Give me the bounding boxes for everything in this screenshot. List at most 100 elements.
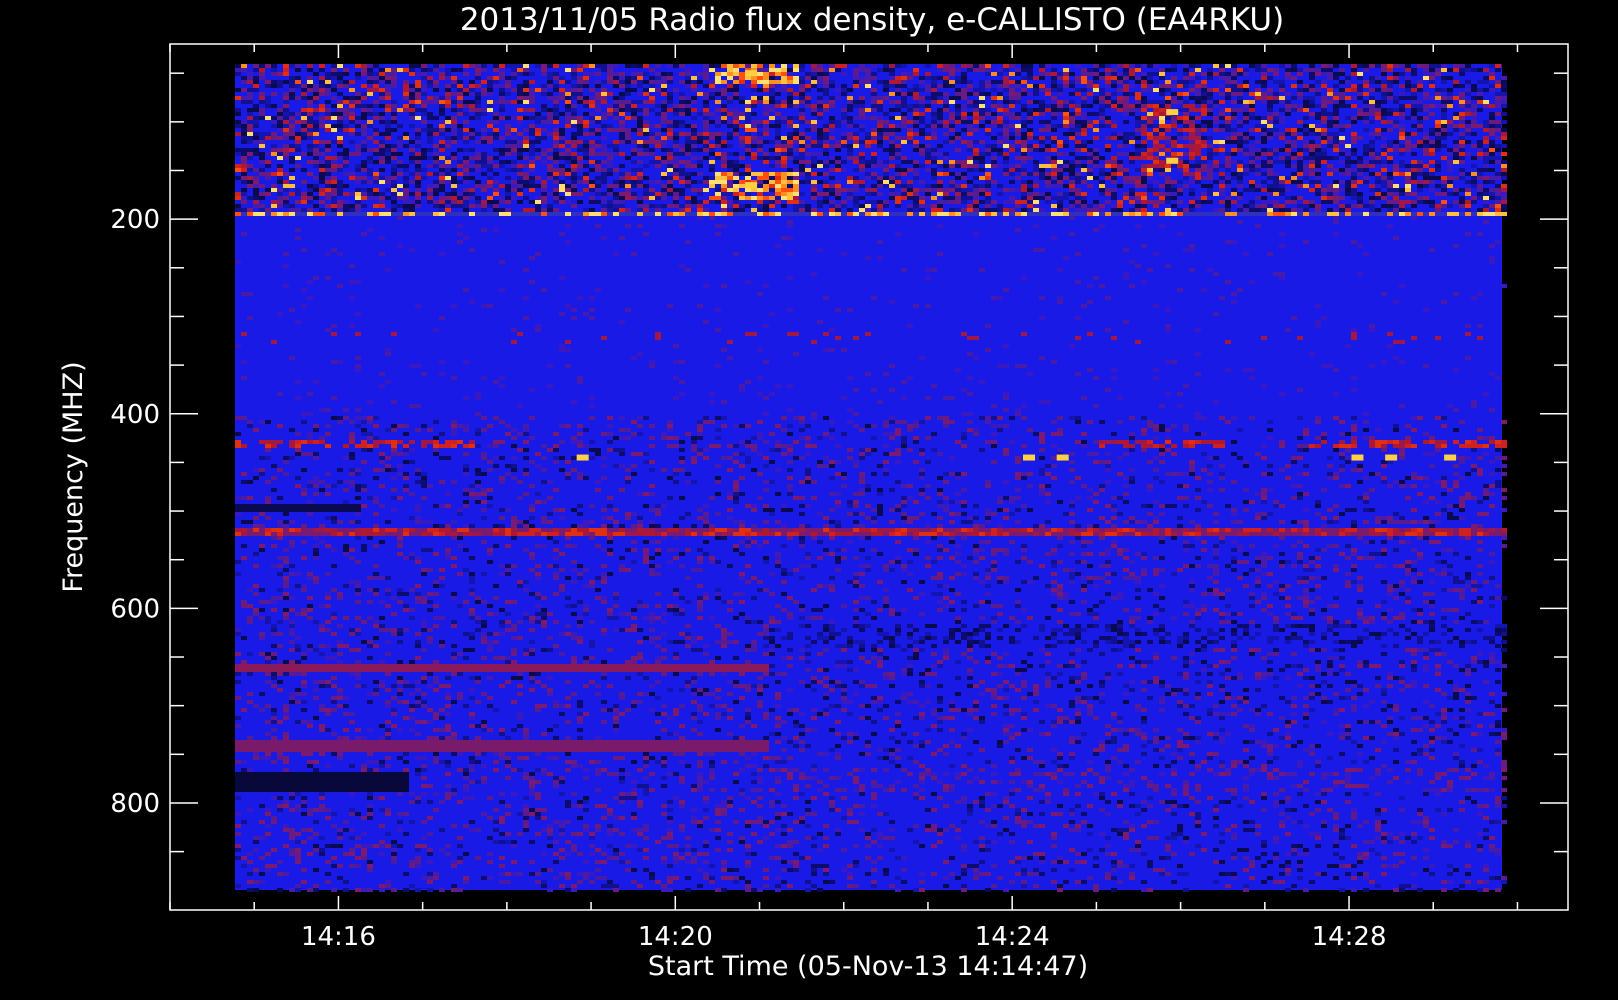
heatmap-cell [721, 156, 727, 160]
heatmap-cell [1411, 100, 1417, 104]
heatmap-cell [319, 188, 325, 192]
heatmap-cell [727, 184, 733, 188]
heatmap-cell [277, 204, 283, 208]
heatmap-cell [595, 132, 601, 136]
heatmap-cell [871, 128, 877, 132]
heatmap-cell [1381, 180, 1387, 184]
heatmap-cell [355, 196, 361, 200]
heatmap-cell [787, 196, 793, 200]
heatmap-cell [1279, 156, 1285, 160]
heatmap-cell [1345, 116, 1351, 120]
heatmap-cell [1147, 164, 1153, 168]
heatmap-cell [517, 156, 523, 160]
heatmap-cell [1465, 152, 1471, 156]
heatmap-cell [1111, 164, 1117, 168]
heatmap-cell [805, 72, 811, 76]
heatmap-cell [697, 156, 703, 160]
heatmap-cell [1477, 100, 1483, 104]
heatmap-cell [655, 80, 661, 84]
heatmap-cell [469, 84, 475, 88]
heatmap-cell [1363, 84, 1369, 88]
heatmap-cell [967, 84, 973, 88]
heatmap-cell [1375, 176, 1381, 180]
heatmap-cell [1273, 80, 1279, 84]
heatmap-cell [577, 164, 583, 168]
heatmap-cell [379, 80, 385, 84]
heatmap-cell [673, 204, 679, 208]
heatmap-cell [1237, 88, 1243, 92]
heatmap-cell [1237, 108, 1243, 112]
heatmap-cell [799, 160, 805, 164]
heatmap-cell [487, 196, 493, 200]
heatmap-cell [895, 196, 901, 200]
heatmap-cell [1105, 188, 1111, 192]
heatmap-cell [1399, 192, 1405, 196]
heatmap-cell [1063, 116, 1069, 120]
heatmap-cell [397, 140, 403, 144]
heatmap-cell [1387, 192, 1393, 196]
heatmap-cell [709, 168, 715, 172]
heatmap-cell [457, 92, 463, 96]
heatmap-cell [673, 152, 679, 156]
heatmap-cell [415, 160, 421, 164]
heatmap-cell [1225, 152, 1231, 156]
heatmap-cell [1327, 172, 1333, 176]
heatmap-cell [1111, 188, 1117, 192]
heatmap-cell [439, 76, 445, 80]
heatmap-cell [1045, 128, 1051, 132]
heatmap-cell [457, 132, 463, 136]
heatmap-cell [433, 64, 439, 68]
heatmap-cell [697, 160, 703, 164]
heatmap-cell [865, 160, 871, 164]
heatmap-cell [499, 116, 505, 120]
heatmap-cell [1225, 64, 1231, 68]
heatmap-cell [1087, 68, 1093, 72]
heatmap-cell [1219, 188, 1225, 192]
heatmap-cell [685, 80, 691, 84]
heatmap-cell [1483, 76, 1489, 80]
heatmap-cell [979, 168, 985, 172]
heatmap-cell [1135, 156, 1141, 160]
heatmap-cell [817, 76, 823, 80]
heatmap-cell [817, 80, 823, 84]
heatmap-cell [895, 144, 901, 148]
heatmap-cell [841, 120, 847, 124]
heatmap-cell [235, 64, 241, 68]
heatmap-cell [1357, 168, 1363, 172]
heatmap-cell [529, 80, 535, 84]
heatmap-cell [493, 132, 499, 136]
heatmap-cell [313, 124, 319, 128]
heatmap-cell [757, 124, 763, 128]
heatmap-cell [643, 100, 649, 104]
heatmap-cell [847, 136, 853, 140]
heatmap-cell [1435, 140, 1441, 144]
heatmap-cell [1405, 192, 1411, 196]
heatmap-cell [637, 92, 643, 96]
heatmap-cell [1225, 136, 1231, 140]
heatmap-cell [1465, 104, 1471, 108]
heatmap-cell [697, 92, 703, 96]
heatmap-cell [1237, 184, 1243, 188]
heatmap-cell [493, 208, 499, 212]
heatmap-cell [1153, 108, 1159, 112]
heatmap-cell [583, 188, 589, 192]
heatmap-cell [1291, 172, 1297, 176]
heatmap-cell [1021, 120, 1027, 124]
chart-title: 2013/11/05 Radio flux density, e-CALLIST… [460, 2, 1284, 38]
heatmap-cell [655, 164, 661, 168]
heatmap-cell [577, 116, 583, 120]
heatmap-cell [1177, 136, 1183, 140]
heatmap-cell [1087, 152, 1093, 156]
heatmap-cell [1381, 112, 1387, 116]
heatmap-cell [433, 144, 439, 148]
heatmap-cell [1315, 176, 1321, 180]
heatmap-cell [817, 136, 823, 140]
heatmap-cell [925, 184, 931, 188]
heatmap-cell [1165, 84, 1171, 88]
heatmap-cell [775, 124, 781, 128]
heatmap-cell [601, 172, 607, 176]
heatmap-cell [427, 148, 433, 152]
heatmap-cell [247, 208, 253, 212]
heatmap-cell [1045, 156, 1051, 160]
heatmap-cell [295, 148, 301, 152]
